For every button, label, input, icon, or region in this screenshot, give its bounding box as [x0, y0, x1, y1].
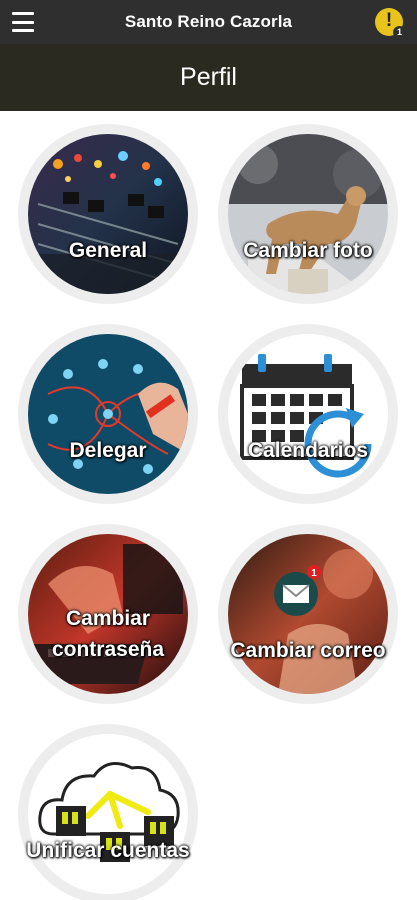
- profile-options-grid: General Cambiar foto Delegar Calendarios…: [0, 111, 417, 900]
- keyboard-image: [28, 534, 188, 694]
- alert-button[interactable]: ! 1: [375, 8, 406, 39]
- tile-merge-accounts[interactable]: Unificar cuentas: [18, 724, 198, 900]
- tile-change-email[interactable]: 1 Cambiar correo: [218, 524, 398, 704]
- page-title: Perfil: [0, 44, 417, 111]
- tile-general[interactable]: General: [18, 124, 198, 304]
- tile-calendars[interactable]: Calendarios: [218, 324, 398, 504]
- email-badge-count: 1: [311, 568, 317, 579]
- calendar-refresh-image: [228, 334, 388, 494]
- app-bar: Santo Reino Cazorla ! 1: [0, 0, 417, 44]
- mixing-console-image: [28, 134, 188, 294]
- app-title: Santo Reino Cazorla: [124, 12, 293, 31]
- cloud-accounts-image: [28, 734, 188, 894]
- puma-image: [228, 134, 388, 294]
- alert-count-badge: 1: [393, 26, 406, 39]
- tile-change-photo[interactable]: Cambiar foto: [218, 124, 398, 304]
- email-notification-image: 1: [228, 534, 388, 694]
- tile-delegate[interactable]: Delegar: [18, 324, 198, 504]
- tile-change-password[interactable]: Cambiar contraseña: [18, 524, 198, 704]
- network-people-image: [28, 334, 188, 494]
